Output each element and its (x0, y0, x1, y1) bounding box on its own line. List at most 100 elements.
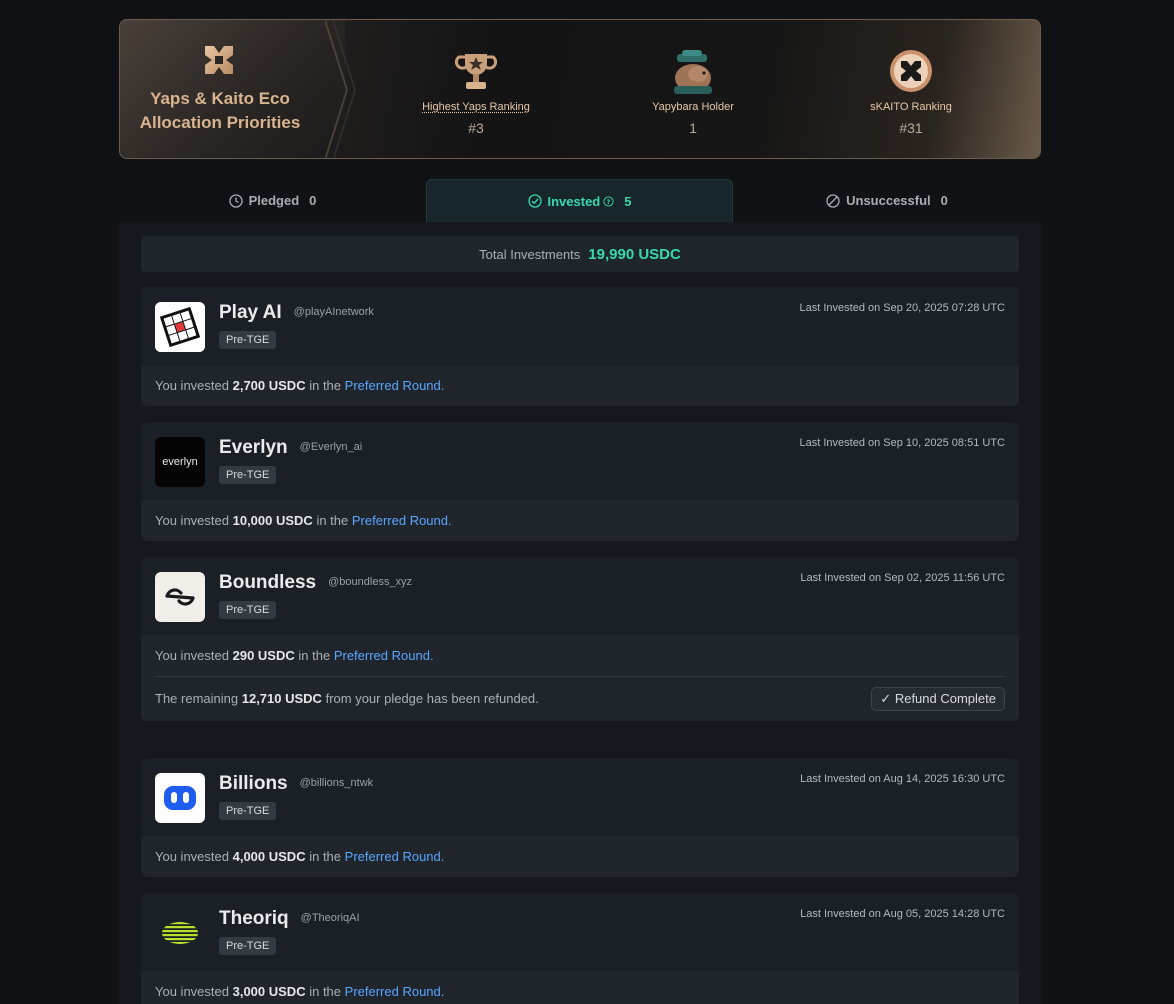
round-link-period: . (441, 378, 445, 393)
refund-prefix: The remaining (155, 691, 238, 706)
card-header: Billions @billions_ntwk Pre-TGE Last Inve… (141, 758, 1019, 836)
tab-label: Invested (548, 194, 601, 209)
stat-highest-yaps-ranking: Highest Yaps Ranking #3 (396, 46, 556, 136)
project-handle[interactable]: @TheoriqAI (301, 912, 360, 924)
invested-mid: in the (309, 849, 341, 864)
project-handle[interactable]: @Everlyn_ai (300, 441, 363, 453)
tab-count: 0 (309, 193, 316, 208)
stat-value: #3 (396, 120, 556, 136)
tab-count: 0 (941, 193, 948, 208)
project-handle[interactable]: @billions_ntwk (300, 777, 374, 789)
tab-unsuccessful[interactable]: Unsuccessful 0 (733, 179, 1041, 222)
round-link[interactable]: Preferred Round. (345, 984, 445, 999)
checkmark-icon: ✓ (880, 691, 891, 706)
refund-section: The remaining 12,710 USDC from your pled… (141, 676, 1019, 721)
round-link-label: Preferred Round (345, 984, 441, 999)
trophy-icon (451, 46, 501, 96)
svg-text:?: ? (607, 197, 611, 205)
project-name-row: Everlyn @Everlyn_ai (219, 437, 362, 459)
project-name[interactable]: Everlyn (219, 437, 288, 458)
last-invested: Last Invested on Aug 14, 2025 16:30 UTC (800, 773, 1005, 785)
invested-line: You invested 4,000 USDC in the Preferred… (141, 836, 1019, 877)
round-link-label: Preferred Round (334, 648, 430, 663)
banner-title-line2: Allocation Priorities (120, 111, 320, 135)
invested-line: You invested 2,700 USDC in the Preferred… (141, 365, 1019, 406)
banner-title-line1: Yaps & Kaito Eco (120, 87, 320, 111)
boundless-wave-icon (155, 572, 205, 622)
investment-card[interactable]: everlyn Everlyn @Everlyn_ai Pre-TGE Last … (141, 422, 1019, 541)
tab-pledged[interactable]: Pledged 0 (119, 179, 426, 222)
allocation-banner: Yaps & Kaito Eco Allocation Priorities H… (119, 19, 1041, 159)
yapybara-icon (668, 46, 718, 96)
billions-logo (155, 773, 205, 823)
total-label: Total Investments (479, 247, 580, 262)
kaito-logo-icon (202, 43, 236, 77)
stage-badge: Pre-TGE (219, 331, 276, 349)
kaito-coin-icon (886, 46, 936, 96)
round-link-period: . (430, 648, 434, 663)
investment-card[interactable]: Play AI @playAInetwork Pre-TGE Last Inves… (141, 287, 1019, 406)
chevron-divider-icon (325, 20, 365, 159)
invested-mid: in the (298, 648, 330, 663)
refund-complete-button[interactable]: ✓ Refund Complete (871, 687, 1005, 711)
everlyn-logo-text: everlyn (162, 456, 197, 468)
investment-card[interactable]: Boundless @boundless_xyz Pre-TGE Last Inv… (141, 557, 1019, 721)
last-invested: Last Invested on Aug 05, 2025 14:28 UTC (800, 908, 1005, 920)
tab-label: Pledged (249, 193, 300, 208)
invested-mid: in the (316, 513, 348, 528)
last-invested: Last Invested on Sep 20, 2025 07:28 UTC (800, 302, 1005, 314)
play-ai-cube-icon (155, 302, 205, 352)
boundless-logo (155, 572, 205, 622)
invested-amount: 2,700 USDC (233, 378, 306, 393)
project-name-row: Play AI @playAInetwork (219, 302, 374, 324)
stat-yapybara-holder: Yapybara Holder 1 (613, 46, 773, 136)
invested-amount: 4,000 USDC (233, 849, 306, 864)
last-invested: Last Invested on Sep 10, 2025 08:51 UTC (800, 437, 1005, 449)
invested-prefix: You invested (155, 984, 229, 999)
clock-icon (229, 194, 243, 208)
check-circle-icon (528, 194, 542, 208)
round-link[interactable]: Preferred Round. (345, 849, 445, 864)
round-link[interactable]: Preferred Round. (345, 378, 445, 393)
round-link-period: . (441, 984, 445, 999)
round-link[interactable]: Preferred Round. (334, 648, 434, 663)
invested-line: You invested 10,000 USDC in the Preferre… (141, 500, 1019, 541)
card-header: everlyn Everlyn @Everlyn_ai Pre-TGE Last … (141, 422, 1019, 500)
theoriq-stripes-icon (155, 908, 205, 958)
total-investments: Total Investments 19,990 USDC (141, 236, 1019, 272)
card-header: Play AI @playAInetwork Pre-TGE Last Inves… (141, 287, 1019, 365)
stage-badge: Pre-TGE (219, 466, 276, 484)
stat-label[interactable]: Highest Yaps Ranking (396, 100, 556, 114)
invested-mid: in the (309, 984, 341, 999)
round-link-period: . (448, 513, 452, 528)
stage-badge: Pre-TGE (219, 937, 276, 955)
everlyn-logo: everlyn (155, 437, 205, 487)
stage-badge: Pre-TGE (219, 601, 276, 619)
invested-mid: in the (309, 378, 341, 393)
investment-card[interactable]: Billions @billions_ntwk Pre-TGE Last Inve… (141, 758, 1019, 877)
tab-label: Unsuccessful (846, 193, 931, 208)
project-name[interactable]: Billions (219, 773, 288, 794)
investment-card[interactable]: Theoriq @TheoriqAI Pre-TGE Last Invested … (141, 893, 1019, 1004)
refund-amount: 12,710 USDC (242, 691, 322, 706)
invested-line: You invested 290 USDC in the Preferred R… (141, 635, 1019, 676)
invested-amount: 290 USDC (233, 648, 295, 663)
stat-label: Yapybara Holder (613, 100, 773, 114)
card-header: Boundless @boundless_xyz Pre-TGE Last Inv… (141, 557, 1019, 635)
help-icon[interactable]: ? (603, 196, 614, 207)
project-name[interactable]: Theoriq (219, 908, 289, 929)
invested-amount: 3,000 USDC (233, 984, 306, 999)
last-invested: Last Invested on Sep 02, 2025 11:56 UTC (800, 572, 1005, 584)
project-name[interactable]: Boundless (219, 572, 316, 593)
round-link-label: Preferred Round (352, 513, 448, 528)
stat-value: #31 (831, 120, 991, 136)
project-handle[interactable]: @boundless_xyz (328, 576, 412, 588)
card-header: Theoriq @TheoriqAI Pre-TGE Last Invested … (141, 893, 1019, 971)
refund-button-label: Refund Complete (895, 691, 996, 706)
project-handle[interactable]: @playAInetwork (294, 306, 374, 318)
round-link[interactable]: Preferred Round. (352, 513, 452, 528)
play-ai-logo (155, 302, 205, 352)
project-name[interactable]: Play AI (219, 302, 282, 323)
project-name-row: Billions @billions_ntwk (219, 773, 373, 795)
tab-invested[interactable]: Invested ? 5 (426, 179, 733, 222)
